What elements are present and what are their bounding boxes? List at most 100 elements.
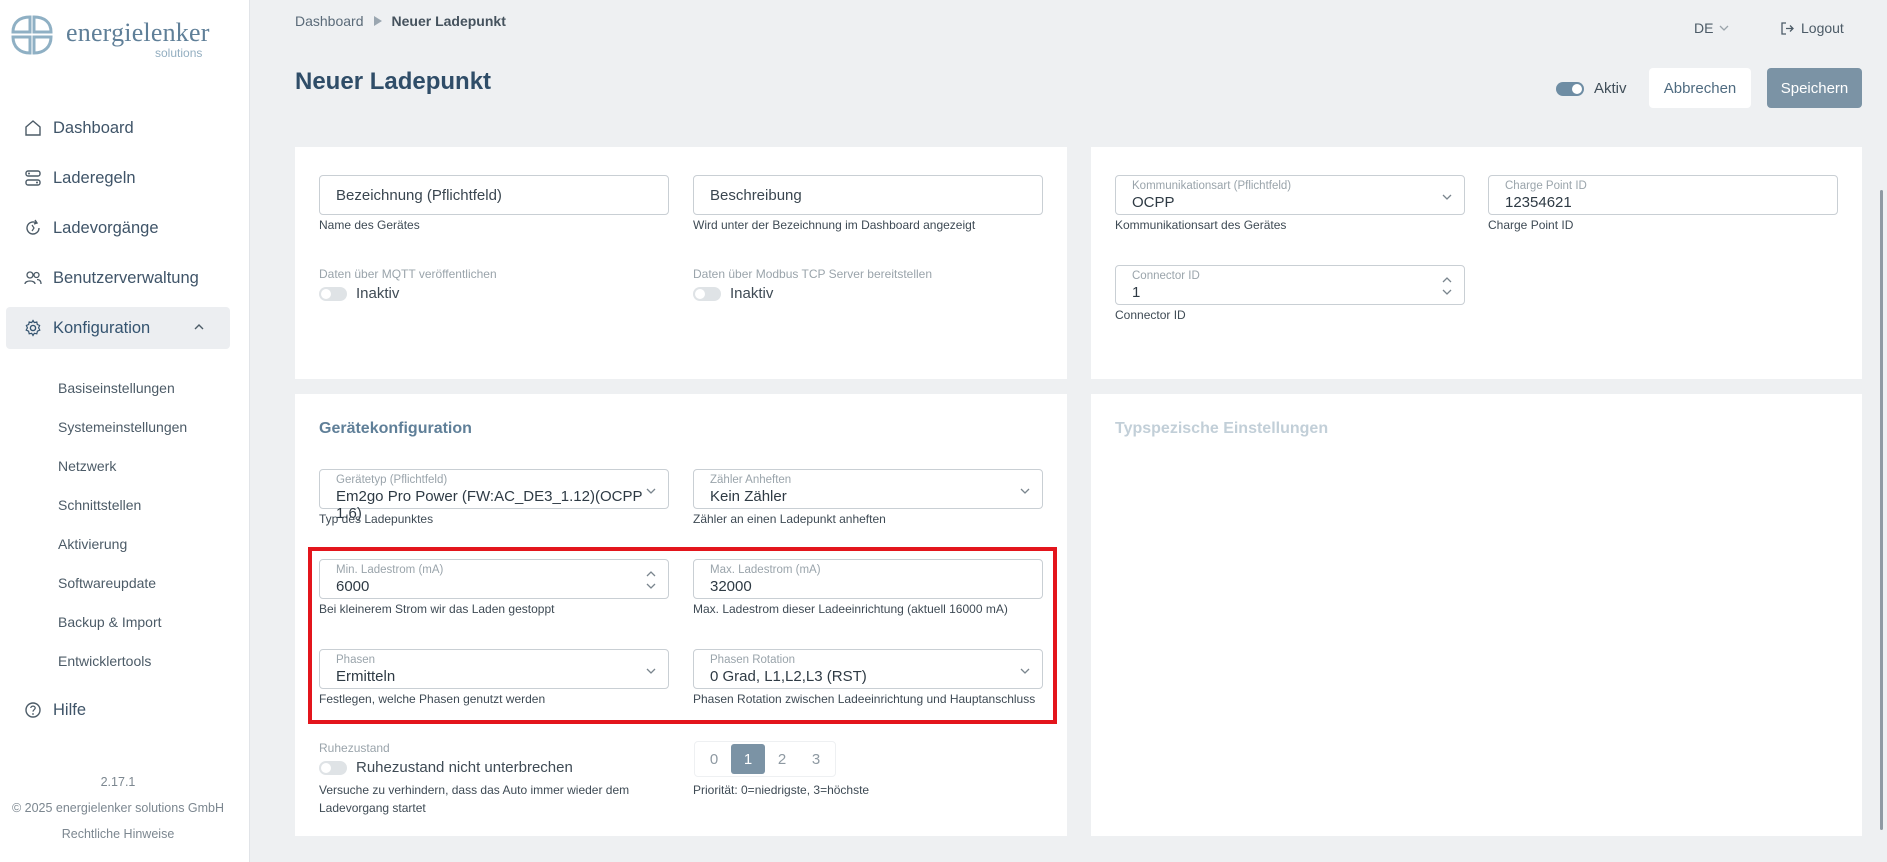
description-input[interactable]: Beschreibung	[693, 175, 1043, 215]
modbus-label: Daten über Modbus TCP Server bereitstell…	[693, 267, 933, 281]
charge-point-id-input[interactable]: Charge Point ID 12354621	[1488, 175, 1838, 215]
refresh-icon	[26, 219, 40, 235]
brand-logo[interactable]: energielenker solutions	[10, 12, 209, 60]
priority-option-3[interactable]: 3	[799, 744, 833, 774]
sidebar-item-dashboard[interactable]: Dashboard	[6, 107, 230, 149]
communication-card: Kommunikationsart (Pflichtfeld) OCPP Kom…	[1091, 147, 1862, 379]
breadcrumb-root[interactable]: Dashboard	[295, 13, 364, 29]
breadcrumb-separator-icon	[373, 16, 382, 26]
priority-selector: 0 1 2 3	[694, 741, 836, 777]
scrollbar[interactable]	[1880, 190, 1883, 830]
name-hint: Name des Gerätes	[319, 218, 420, 232]
page-title: Neuer Ladepunkt	[295, 68, 492, 95]
mqtt-toggle[interactable]: Inaktiv	[319, 285, 399, 302]
sidebar-subitem[interactable]: Aktivierung	[58, 536, 127, 552]
priority-option-2[interactable]: 2	[765, 744, 799, 774]
active-toggle[interactable]: Aktiv	[1556, 80, 1627, 97]
type-settings-card: Typspezische Einstellungen	[1091, 394, 1862, 836]
sidebar-item-label: Dashboard	[53, 118, 134, 137]
breadcrumb: Dashboard Neuer Ladepunkt	[295, 13, 506, 29]
brand-name: energielenker	[66, 18, 210, 47]
connector-id-input[interactable]: Connector ID 1	[1115, 265, 1465, 305]
communication-type-value: OCPP	[1132, 194, 1175, 211]
meter-select[interactable]: Zähler Anheften Kein Zähler	[693, 469, 1043, 509]
app-version: 2.17.1	[100, 775, 136, 789]
sidebar-subitem[interactable]: Basiseinstellungen	[58, 380, 175, 396]
legal-link[interactable]: Rechtliche Hinweise	[0, 827, 236, 841]
chevron-down-icon	[1719, 25, 1729, 31]
device-type-hint: Typ des Ladepunktes	[319, 512, 434, 526]
charge-point-id-label: Charge Point ID	[1505, 180, 1587, 192]
sidebar-subitem[interactable]: Schnittstellen	[58, 497, 141, 513]
home-icon	[25, 120, 41, 136]
active-switch[interactable]	[1556, 81, 1584, 96]
device-type-select[interactable]: Gerätetyp (Pflichtfeld) Em2go Pro Power …	[319, 469, 669, 522]
logout-icon	[1781, 21, 1794, 35]
connector-id-label: Connector ID	[1132, 270, 1200, 282]
save-button[interactable]: Speichern	[1767, 68, 1862, 108]
idle-label: Ruhezustand	[319, 741, 390, 755]
modbus-switch[interactable]	[693, 286, 721, 301]
idle-toggle[interactable]: Ruhezustand nicht unterbrechen	[319, 759, 573, 776]
gear-icon	[25, 319, 41, 337]
chevron-down-icon	[1442, 194, 1452, 200]
sidebar: energielenker solutions Dashboard Ladere…	[0, 0, 250, 862]
connector-id-hint: Connector ID	[1115, 308, 1186, 322]
sidebar-item-ladevorgaenge[interactable]: Ladevorgänge	[6, 207, 230, 249]
mqtt-state: Inaktiv	[356, 285, 400, 302]
idle-switch[interactable]	[319, 760, 347, 775]
sidebar-item-hilfe[interactable]: Hilfe	[6, 689, 230, 731]
users-icon	[24, 271, 42, 285]
language-value: DE	[1694, 20, 1714, 36]
general-card: Bezeichnung (Pflichtfeld) Name des Gerät…	[295, 147, 1067, 379]
chevron-down-icon	[646, 488, 656, 494]
logo-mark-icon	[11, 15, 53, 55]
connector-id-value: 1	[1132, 284, 1141, 301]
cancel-button[interactable]: Abbrechen	[1649, 68, 1751, 108]
description-placeholder: Beschreibung	[710, 187, 802, 204]
idle-toggle-label: Ruhezustand nicht unterbrechen	[356, 759, 573, 776]
charge-point-id-value: 12354621	[1505, 194, 1572, 211]
device-config-title: Gerätekonfiguration	[319, 420, 472, 437]
sidebar-item-label: Benutzerverwaltung	[53, 268, 199, 287]
priority-option-1[interactable]: 1	[731, 744, 765, 774]
active-label: Aktiv	[1594, 80, 1627, 97]
chevron-down-icon	[1020, 488, 1030, 494]
communication-type-select[interactable]: Kommunikationsart (Pflichtfeld) OCPP	[1115, 175, 1465, 215]
sidebar-item-konfiguration[interactable]: Konfiguration	[6, 307, 230, 349]
modbus-state: Inaktiv	[730, 285, 774, 302]
rules-icon	[25, 170, 41, 186]
sidebar-subitem[interactable]: Netzwerk	[58, 458, 116, 474]
chevron-up-icon	[194, 324, 204, 330]
sidebar-item-label: Laderegeln	[53, 168, 136, 187]
sidebar-item-label: Konfiguration	[53, 318, 151, 337]
sidebar-subitem[interactable]: Entwicklertools	[58, 653, 151, 669]
sidebar-subitem[interactable]: Softwareupdate	[58, 575, 156, 591]
mqtt-label: Daten über MQTT veröffentlichen	[319, 267, 497, 281]
priority-hint: Priorität: 0=niedrigste, 3=höchste	[693, 783, 870, 797]
logout-button[interactable]: Logout	[1780, 20, 1844, 36]
sidebar-item-laderegeln[interactable]: Laderegeln	[6, 157, 230, 199]
sidebar-subitem[interactable]: Systemeinstellungen	[58, 419, 187, 435]
sidebar-item-benutzerverwaltung[interactable]: Benutzerverwaltung	[6, 257, 230, 299]
communication-type-label: Kommunikationsart (Pflichtfeld)	[1132, 180, 1292, 192]
communication-type-hint: Kommunikationsart des Gerätes	[1115, 218, 1287, 232]
meter-hint: Zähler an einen Ladepunkt anheften	[693, 512, 886, 526]
mqtt-switch[interactable]	[319, 286, 347, 301]
logout-label: Logout	[1801, 20, 1844, 36]
priority-option-0[interactable]: 0	[697, 744, 731, 774]
stepper-icon[interactable]	[1442, 274, 1452, 298]
name-placeholder: Bezeichnung (Pflichtfeld)	[336, 187, 502, 204]
device-type-label: Gerätetyp (Pflichtfeld)	[336, 474, 448, 486]
meter-label: Zähler Anheften	[710, 474, 792, 486]
meter-value: Kein Zähler	[710, 488, 787, 505]
help-icon	[25, 702, 41, 718]
idle-hint: Versuche zu verhindern, dass das Auto im…	[319, 783, 630, 797]
type-settings-title: Typspezische Einstellungen	[1115, 420, 1329, 437]
name-input[interactable]: Bezeichnung (Pflichtfeld)	[319, 175, 669, 215]
sidebar-subitem[interactable]: Backup & Import	[58, 614, 162, 630]
copyright: © 2025 energielenker solutions GmbH	[11, 801, 225, 815]
description-hint: Wird unter der Bezeichnung im Dashboard …	[693, 218, 976, 232]
language-select[interactable]: DE	[1694, 20, 1729, 36]
modbus-toggle[interactable]: Inaktiv	[693, 285, 773, 302]
